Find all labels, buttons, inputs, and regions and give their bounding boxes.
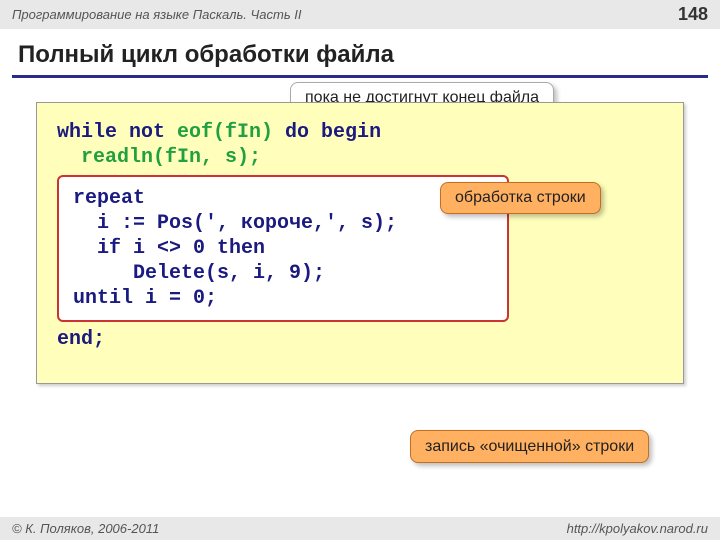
code-line: readln(fIn, s); <box>57 146 663 169</box>
code-line: i := Pos(', короче,', s); <box>73 212 493 235</box>
code-line: Delete(s, i, 9); <box>73 262 493 285</box>
footer-bar: © К. Поляков, 2006-2011 http://kpolyakov… <box>0 517 720 540</box>
copyright: © К. Поляков, 2006-2011 <box>12 521 159 536</box>
page-title: Полный цикл обработки файла <box>18 41 702 69</box>
title-underline <box>12 75 708 78</box>
callout-write: запись «очищенной» строки <box>410 430 649 463</box>
code-line: until i = 0; <box>73 287 493 310</box>
code-line: repeat <box>73 187 493 210</box>
header-bar: Программирование на языке Паскаль. Часть… <box>0 0 720 29</box>
page-number: 148 <box>678 4 708 25</box>
callout-process: обработка строки <box>440 182 601 214</box>
breadcrumb: Программирование на языке Паскаль. Часть… <box>12 7 302 22</box>
code-block-outer: while not eof(fIn) do begin readln(fIn, … <box>36 102 684 384</box>
code-line: while not eof(fIn) do begin <box>57 121 663 144</box>
code-line: if i <> 0 then <box>73 237 493 260</box>
code-line: end; <box>57 328 663 351</box>
footer-url: http://kpolyakov.narod.ru <box>567 521 708 536</box>
